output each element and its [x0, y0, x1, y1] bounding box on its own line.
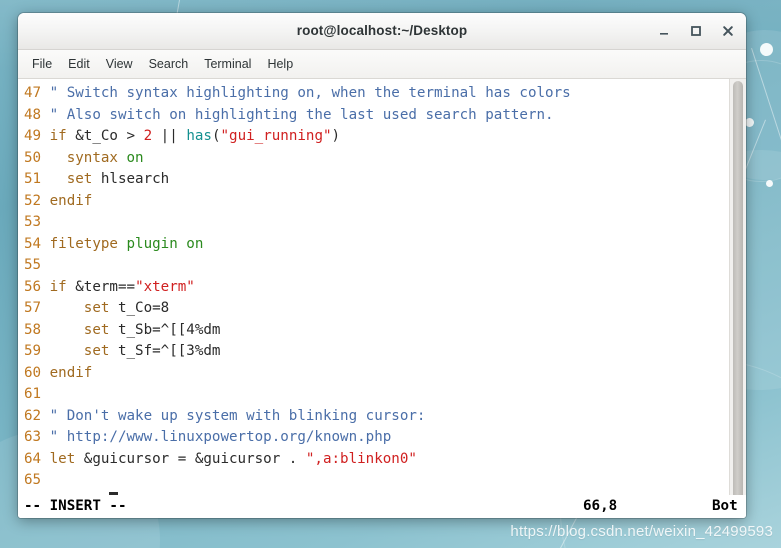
line-number: 64: [24, 450, 50, 467]
editor-line[interactable]: 62 " Don't wake up system with blinking …: [24, 406, 729, 428]
minimize-button[interactable]: [655, 22, 673, 40]
line-number: 54: [24, 235, 50, 252]
code-token: set: [49, 300, 118, 316]
code-token: " Don't wake up system with blinking cur…: [49, 407, 426, 424]
code-token: plugin on: [126, 235, 204, 252]
line-number: 62: [24, 407, 50, 424]
terminal-scrollbar[interactable]: [729, 79, 746, 518]
line-number: 57: [24, 300, 50, 316]
code-token: endif: [49, 192, 93, 209]
vim-statusline: -- INSERT -- 66,8 Bot: [18, 495, 746, 518]
code-token: &guicursor = &guicursor .: [75, 450, 306, 467]
code-token: ||: [152, 128, 187, 144]
editor-line[interactable]: 52 endif: [24, 191, 729, 213]
line-number: 65: [24, 472, 50, 488]
code-token: t_Co=8: [117, 300, 170, 316]
code-token: set: [49, 171, 101, 187]
code-token: hlsearch: [100, 171, 170, 187]
vim-mode-indicator: -- INSERT --: [24, 498, 127, 514]
menu-item-help[interactable]: Help: [259, 54, 301, 74]
line-number: 63: [24, 429, 50, 445]
close-button[interactable]: [719, 22, 737, 40]
code-token: &t_Co >: [66, 128, 144, 144]
code-token: "xterm": [135, 278, 195, 295]
editor-line[interactable]: 64 let &guicursor = &guicursor . ",a:bli…: [24, 449, 729, 471]
editor-line[interactable]: 61: [24, 384, 729, 406]
watermark-text: https://blog.csdn.net/weixin_42499593: [510, 523, 773, 540]
line-number: 58: [24, 321, 50, 338]
terminal-body[interactable]: 47 " Switch syntax highlighting on, when…: [18, 79, 746, 518]
window-controls: [655, 13, 737, 49]
desktop-background: root@localhost:~/Desktop File Edit View …: [0, 0, 781, 548]
code-token: set: [49, 321, 118, 338]
editor-line[interactable]: 57 set t_Co=8: [24, 298, 729, 320]
code-token: "gui_running": [220, 128, 332, 144]
editor-line[interactable]: 59 set t_Sf=^[[3%dm: [24, 341, 729, 363]
menubar: File Edit View Search Terminal Help: [18, 50, 746, 79]
editor-line[interactable]: 63 " http://www.linuxpowertop.org/known.…: [24, 427, 729, 449]
code-token: " Switch syntax highlighting on, when th…: [49, 85, 571, 101]
code-token: on: [126, 149, 144, 166]
line-number: 48: [24, 106, 50, 123]
editor-line[interactable]: 49 if &t_Co > 2 || has("gui_running"): [24, 126, 729, 148]
code-token: ): [331, 128, 341, 144]
editor-line[interactable]: 50 syntax on: [24, 148, 729, 170]
editor-line[interactable]: 47 " Switch syntax highlighting on, when…: [24, 83, 729, 105]
code-token: " Also switch on highlighting the last u…: [49, 106, 554, 123]
scrollbar-thumb[interactable]: [733, 81, 743, 516]
code-token: if: [49, 128, 67, 144]
wallpaper-dot: [760, 43, 773, 56]
wallpaper-dot: [745, 118, 754, 127]
code-token: t_Sf=^[[3%dm: [117, 343, 221, 359]
editor-line[interactable]: 65: [24, 470, 729, 492]
editor-line[interactable]: 58 set t_Sb=^[[4%dm: [24, 320, 729, 342]
line-number: 61: [24, 386, 50, 402]
editor-line[interactable]: 54 filetype plugin on: [24, 234, 729, 256]
code-token: filetype: [49, 235, 127, 252]
vim-scroll-location: Bot: [712, 498, 738, 514]
menu-item-terminal[interactable]: Terminal: [196, 54, 259, 74]
code-token: if: [49, 278, 67, 295]
line-number: 47: [24, 85, 50, 101]
code-token: ",a:blinkon0": [305, 450, 417, 467]
window-title: root@localhost:~/Desktop: [296, 23, 468, 38]
menu-item-edit[interactable]: Edit: [60, 54, 98, 74]
vim-cursor-position: 66,8: [583, 498, 618, 514]
code-token: let: [49, 450, 76, 467]
vim-editor-buffer[interactable]: 47 " Switch syntax highlighting on, when…: [18, 79, 729, 518]
editor-line[interactable]: 56 if &term=="xterm": [24, 277, 729, 299]
line-number: 51: [24, 171, 50, 187]
maximize-button[interactable]: [687, 22, 705, 40]
line-number: 60: [24, 364, 50, 381]
code-token: endif: [49, 364, 93, 381]
line-number: 56: [24, 278, 50, 295]
line-number: 55: [24, 257, 50, 273]
editor-line[interactable]: 51 set hlsearch: [24, 169, 729, 191]
line-number: 50: [24, 149, 50, 166]
line-number: 59: [24, 343, 50, 359]
editor-line[interactable]: 55: [24, 255, 729, 277]
line-number: 52: [24, 192, 50, 209]
menu-item-search[interactable]: Search: [141, 54, 197, 74]
code-token: syntax: [49, 149, 127, 166]
window-titlebar[interactable]: root@localhost:~/Desktop: [18, 13, 746, 50]
editor-line[interactable]: 48 " Also switch on highlighting the las…: [24, 105, 729, 127]
wallpaper-dot: [766, 180, 773, 187]
editor-line[interactable]: 53: [24, 212, 729, 234]
wallpaper-line: [751, 48, 781, 230]
code-token: t_Sb=^[[4%dm: [117, 321, 221, 338]
terminal-window: root@localhost:~/Desktop File Edit View …: [18, 13, 746, 518]
line-number: 53: [24, 214, 50, 230]
editor-line[interactable]: 60 endif: [24, 363, 729, 385]
line-number: 49: [24, 128, 50, 144]
code-token: set: [49, 343, 118, 359]
code-token: &term==: [66, 278, 136, 295]
code-token: has: [186, 128, 212, 144]
menu-item-view[interactable]: View: [98, 54, 141, 74]
code-token: " http://www.linuxpowertop.org/known.php: [49, 429, 392, 445]
menu-item-file[interactable]: File: [24, 54, 60, 74]
code-token: 2: [143, 128, 153, 144]
